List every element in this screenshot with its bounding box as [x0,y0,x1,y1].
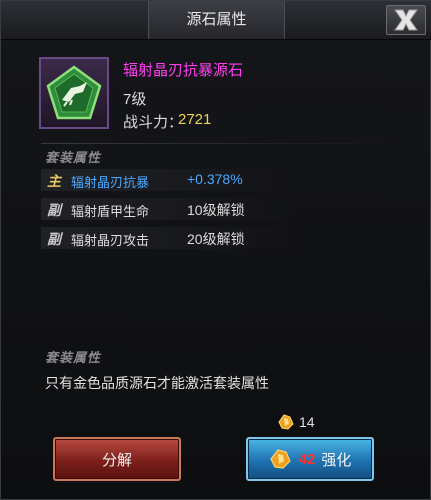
item-level: 7级 [123,91,147,108]
attribute-name: 辐射晶刃攻击 [71,233,150,248]
decompose-label: 分解 [101,451,132,469]
material-count: 14 [299,414,315,430]
main-tag: 主 [47,173,61,189]
green-pentagon-gem-icon[interactable] [39,57,109,129]
attribute-value: +0.378% [187,171,243,187]
item-name: 辐射晶刃抗暴源石 [123,62,244,79]
set-bonus-header: 套装属性 [45,350,102,365]
enhance-cost: 42 [298,450,316,468]
set-bonus-description: 只有金色品质源石才能激活套装属性 [45,375,269,391]
attribute-row-sub-1: 副 辐射盾甲生命 10级解锁 [41,198,296,220]
page-title: 源石属性 [186,11,247,28]
attribute-value: 20级解锁 [187,231,245,247]
close-icon [394,9,418,31]
attribute-row-sub-2: 副 辐射晶刃攻击 20级解锁 [41,227,296,249]
sub-tag: 副 [47,202,61,218]
enhance-label: 强化 [321,451,352,469]
enhance-button[interactable]: 42 强化 [246,437,374,481]
gold-ore-icon [269,449,291,469]
power-label: 战斗力： [123,114,184,131]
attributes-header: 套装属性 [45,150,102,165]
divider [41,143,401,144]
close-button[interactable] [386,5,426,35]
attribute-value: 10级解锁 [187,202,245,218]
material-cost: 14 [277,413,315,431]
sub-tag: 副 [47,231,61,247]
gem-shape [46,65,102,120]
attribute-name: 辐射盾甲生命 [71,204,150,219]
attribute-name: 辐射晶刃抗暴 [71,175,150,190]
decompose-button[interactable]: 分解 [53,437,181,481]
attribute-row-main: 主 辐射晶刃抗暴 +0.378% [41,169,296,191]
enhance-content: 42 强化 [269,447,352,471]
power-value: 2721 [178,111,212,128]
stone-attribute-panel: 源石属性 辐射晶刃抗暴源石 7级 战斗力： 2721 套装属性 主 辐射晶刃抗暴… [0,0,431,500]
gold-ore-icon [278,414,294,430]
